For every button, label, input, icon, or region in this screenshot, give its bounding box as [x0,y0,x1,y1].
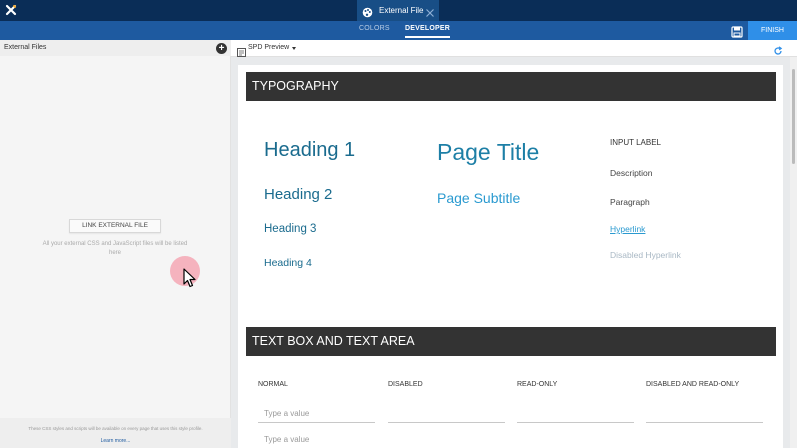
close-icon[interactable] [425,5,435,17]
save-icon[interactable] [731,25,743,38]
panel-footer: These CSS styles and scripts will be ava… [0,418,231,448]
panel-header: External Files + [0,40,231,56]
disabled-hyperlink-sample: Disabled Hyperlink [610,250,681,260]
link-external-file-button[interactable]: LINK EXTERNAL FILE [69,219,161,233]
tab-colors[interactable]: COLORS [359,21,390,40]
app-logo-icon[interactable] [5,4,17,16]
file-tab-label: External File [379,6,424,15]
disabled-label: DISABLED [388,381,423,388]
typography-section-title: TYPOGRAPHY [246,72,776,101]
chevron-down-icon[interactable] [292,47,296,50]
heading-1-sample: Heading 1 [264,139,356,161]
normal-text-input[interactable] [258,404,375,423]
preview-page: TYPOGRAPHY Heading 1 Heading 2 Heading 3… [238,65,783,448]
hyperlink-sample[interactable]: Hyperlink [610,224,645,234]
finish-button[interactable]: FINISH [748,21,797,40]
input-label-sample: INPUT LABEL [610,138,661,147]
disabled-read-only-label: DISABLED AND READ-ONLY [646,381,740,388]
page-subtitle-sample: Page Subtitle [437,190,521,206]
read-only-text-input[interactable] [517,404,634,423]
footer-note: These CSS styles and scripts will be ava… [28,426,203,431]
normal-label: NORMAL [258,381,288,388]
disabled-text-input [388,404,505,423]
textbox-section-title: TEXT BOX AND TEXT AREA [246,327,776,356]
tab-developer[interactable]: DEVELOPER [405,21,450,40]
external-files-panel: External Files + LINK EXTERNAL FILE All … [0,40,231,448]
top-bar: External File [0,0,797,21]
panel-title: External Files [4,44,47,51]
palette-icon [362,5,373,18]
heading-3-sample: Heading 3 [264,223,317,235]
preview-toolbar: SPD Preview [231,40,797,57]
heading-4-sample: Heading 4 [264,257,312,269]
preview-mode-select[interactable]: SPD Preview [248,44,289,51]
refresh-icon[interactable] [773,43,783,55]
preview-area: SPD Preview TYPOGRAPHY Heading 1 Heading… [231,40,797,448]
read-only-label: READ-ONLY [517,381,558,388]
paragraph-sample: Paragraph [610,197,650,207]
preview-doc-icon [237,44,246,57]
add-file-icon[interactable]: + [216,43,227,54]
description-sample: Description [610,168,653,178]
disabled-read-only-text-input [646,404,763,423]
file-tab[interactable]: External File [357,0,439,21]
normal-text-area[interactable] [258,435,375,448]
learn-more-link[interactable]: Learn more... [0,438,231,444]
empty-state-message: All your external CSS and JavaScript fil… [42,241,188,256]
heading-2-sample: Heading 2 [264,186,333,203]
scroll-thumb[interactable] [792,69,795,164]
mouse-cursor-icon [183,268,197,288]
sub-bar: COLORS DEVELOPER [0,21,797,40]
preview-scrollbar[interactable] [790,57,797,448]
page-title-sample: Page Title [437,139,540,165]
